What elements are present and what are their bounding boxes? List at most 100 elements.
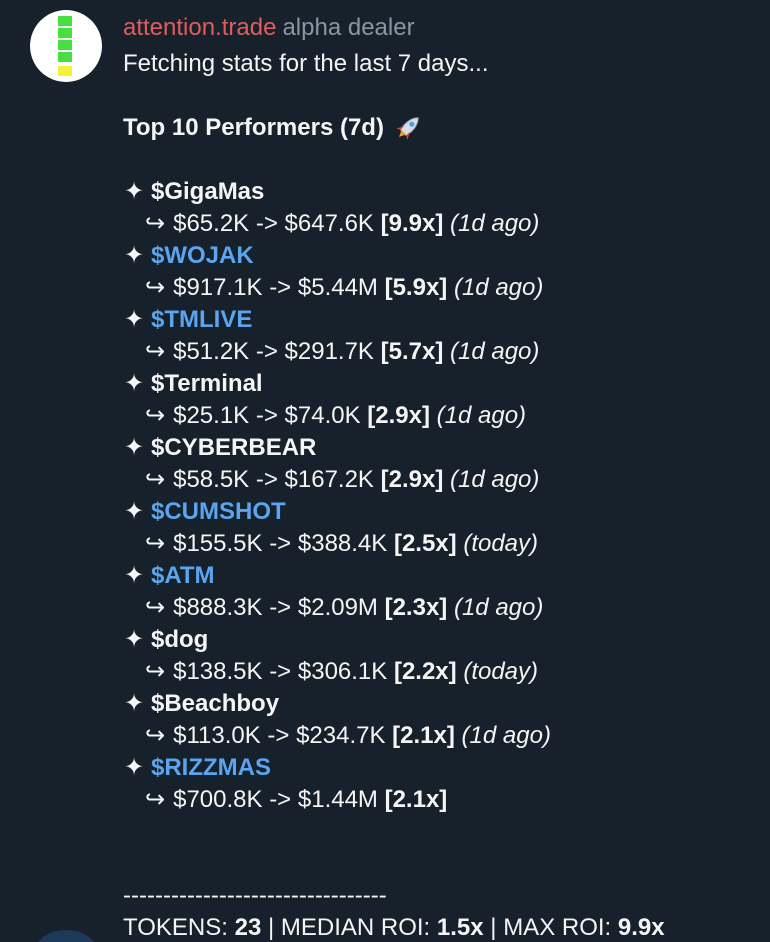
token-name: $CYBERBEAR [151, 434, 317, 461]
mcap-change: $138.5K -> $306.1K [173, 658, 388, 685]
performer-detail-row: ↪ $113.0K -> $234.7K [2.1x] (1d ago) [123, 720, 763, 752]
token-link[interactable]: $RIZZMAS [151, 754, 271, 781]
performer-detail-row: ↪ $51.2K -> $291.7K [5.7x] (1d ago) [123, 336, 763, 368]
token-name: $Beachboy [151, 690, 280, 717]
median-roi-label: MEDIAN ROI: [280, 914, 431, 941]
return-arrow-icon: ↪ [145, 466, 166, 493]
multiplier: [9.9x] [380, 210, 444, 237]
sparkle-icon: ✦ [123, 434, 145, 461]
multiplier: [2.1x] [384, 786, 448, 813]
performer-name-row: ✦ $Terminal [123, 368, 763, 400]
return-arrow-icon: ↪ [145, 402, 166, 429]
mcap-change: $917.1K -> $5.44M [173, 274, 378, 301]
mcap-change: $58.5K -> $167.2K [173, 466, 374, 493]
summary-separator: | [490, 914, 497, 941]
mcap-change: $65.2K -> $647.6K [173, 210, 374, 237]
multiplier: [2.9x] [380, 466, 444, 493]
performer-detail-row: ↪ $917.1K -> $5.44M [5.9x] (1d ago) [123, 272, 763, 304]
performer-detail-row: ↪ $700.8K -> $1.44M [2.1x] [123, 784, 763, 816]
summary-separator: | [267, 914, 275, 941]
sparkle-icon: ✦ [123, 626, 145, 653]
performer-name-row: ✦ $Beachboy [123, 688, 763, 720]
performer-detail-row: ↪ $888.3K -> $2.09M [2.3x] (1d ago) [123, 592, 763, 624]
performer-name-row: ✦ $WOJAK [123, 240, 763, 272]
age-label: (1d ago) [453, 274, 544, 301]
sparkle-icon: ✦ [123, 178, 145, 205]
mcap-change: $700.8K -> $1.44M [173, 786, 378, 813]
next-message-avatar[interactable] [36, 930, 96, 942]
age-label: (today) [463, 658, 539, 685]
avatar-logo-block [58, 40, 72, 50]
return-arrow-icon: ↪ [145, 722, 166, 749]
return-arrow-icon: ↪ [145, 338, 166, 365]
avatar-logo-block [58, 16, 72, 26]
sparkle-icon: ✦ [123, 306, 145, 333]
performer-detail-row: ↪ $65.2K -> $647.6K [9.9x] (1d ago) [123, 208, 763, 240]
multiplier: [2.9x] [367, 402, 430, 429]
token-name: $GigaMas [151, 178, 265, 205]
performer-name-row: ✦ $TMLIVE [123, 304, 763, 336]
multiplier: [2.2x] [393, 658, 457, 685]
sparkle-icon: ✦ [123, 754, 145, 781]
age-label: (1d ago) [461, 722, 551, 749]
sender-role: alpha dealer [282, 14, 415, 41]
token-link[interactable]: $TMLIVE [151, 306, 252, 333]
sparkle-icon: ✦ [123, 370, 145, 397]
mcap-change: $888.3K -> $2.09M [173, 594, 378, 621]
return-arrow-icon: ↪ [145, 594, 166, 621]
return-arrow-icon: ↪ [145, 786, 166, 813]
age-label: (1d ago) [453, 594, 544, 621]
token-name: $dog [151, 626, 209, 653]
age-label: (today) [463, 530, 539, 557]
token-name: $Terminal [151, 370, 263, 397]
performer-detail-row: ↪ $155.5K -> $388.4K [2.5x] (today) [123, 528, 763, 560]
median-roi-value: 1.5x [436, 914, 484, 941]
token-link[interactable]: $WOJAK [151, 242, 254, 269]
multiplier: [2.1x] [392, 722, 455, 749]
performer-name-row: ✦ $GigaMas [123, 176, 763, 208]
avatar-logo-block [58, 66, 72, 76]
performer-name-row: ✦ $CUMSHOT [123, 496, 763, 528]
performer-detail-row: ↪ $58.5K -> $167.2K [2.9x] (1d ago) [123, 464, 763, 496]
return-arrow-icon: ↪ [145, 530, 166, 557]
age-label: (1d ago) [449, 466, 540, 493]
token-link[interactable]: $ATM [151, 562, 215, 589]
tokens-value: 23 [234, 914, 262, 941]
performer-name-row: ✦ $dog [123, 624, 763, 656]
performer-detail-row: ↪ $138.5K -> $306.1K [2.2x] (today) [123, 656, 763, 688]
divider-text: --------------------------------- [123, 882, 387, 909]
performer-detail-row: ↪ $25.1K -> $74.0K [2.9x] (1d ago) [123, 400, 763, 432]
sender-name[interactable]: attention.trade [123, 14, 276, 41]
avatar-logo-block [58, 28, 72, 38]
age-label: (1d ago) [436, 402, 527, 429]
mcap-change: $25.1K -> $74.0K [173, 402, 361, 429]
performer-name-row: ✦ $RIZZMAS [123, 752, 763, 784]
message-header: attention.trade alpha dealer [123, 13, 415, 43]
multiplier: [5.9x] [384, 274, 448, 301]
token-link[interactable]: $CUMSHOT [151, 498, 286, 525]
performers-title: Top 10 Performers (7d) [123, 112, 763, 144]
return-arrow-icon: ↪ [145, 658, 166, 685]
age-label: (1d ago) [449, 338, 540, 365]
max-roi-value: 9.9x [617, 914, 665, 941]
sender-avatar[interactable] [30, 10, 102, 82]
age-label: (1d ago) [449, 210, 540, 237]
return-arrow-icon: ↪ [145, 274, 166, 301]
intro-text: Fetching stats for the last 7 days... [123, 50, 489, 77]
mcap-change: $113.0K -> $234.7K [173, 722, 386, 749]
rocket-icon [396, 117, 419, 140]
tokens-label: TOKENS: [123, 914, 228, 941]
sparkle-icon: ✦ [123, 562, 145, 589]
max-roi-label: MAX ROI: [503, 914, 612, 941]
chat-message: attention.trade alpha dealer Fetching sta… [0, 0, 770, 942]
message-body: Fetching stats for the last 7 days... To… [123, 48, 763, 942]
return-arrow-icon: ↪ [145, 210, 166, 237]
performers-list: ✦ $GigaMas ↪ $65.2K -> $647.6K [9.9x] (1d a… [123, 176, 763, 816]
performer-name-row: ✦ $ATM [123, 560, 763, 592]
multiplier: [5.7x] [380, 338, 444, 365]
performer-name-row: ✦ $CYBERBEAR [123, 432, 763, 464]
multiplier: [2.3x] [384, 594, 448, 621]
summary-line: TOKENS: 23 | MEDIAN ROI: 1.5x | MAX ROI:… [123, 912, 763, 942]
performers-title-text: Top 10 Performers (7d) [123, 114, 384, 141]
mcap-change: $155.5K -> $388.4K [173, 530, 388, 557]
